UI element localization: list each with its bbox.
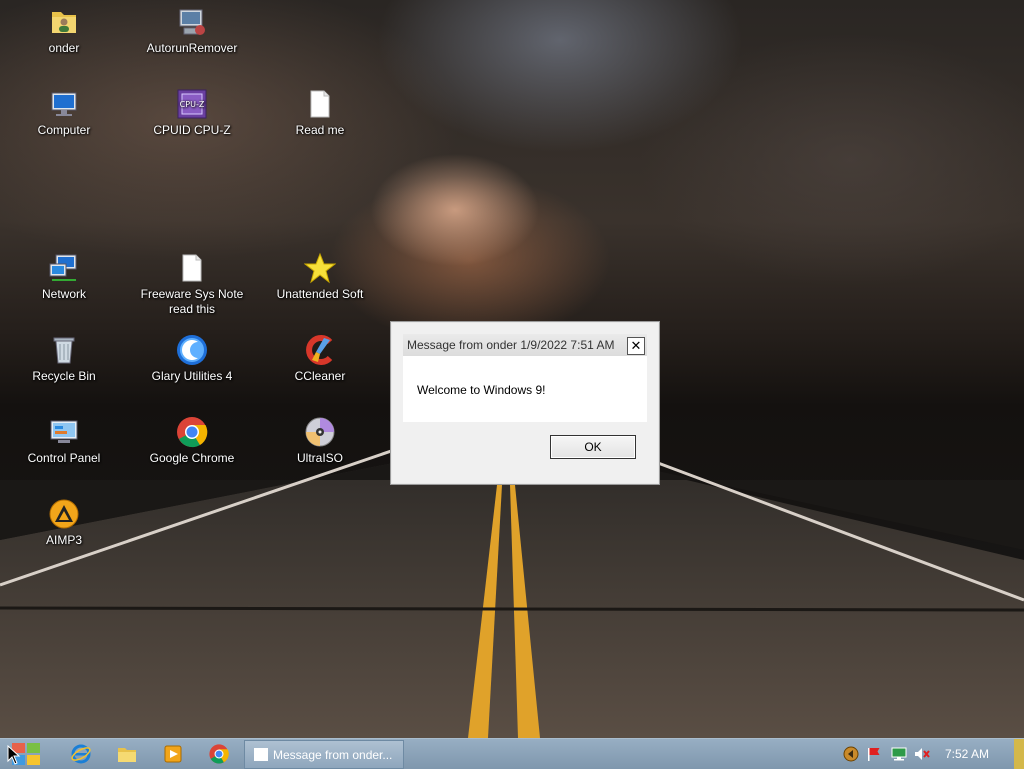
mouse-cursor-icon <box>7 745 21 765</box>
dialog-body: Welcome to Windows 9! <box>403 356 647 422</box>
glary-utilities-icon <box>177 335 207 365</box>
user-folder-icon <box>52 12 76 33</box>
computer-tool-icon <box>179 9 205 35</box>
chrome-icon[interactable] <box>208 743 230 765</box>
taskbar-item-label: Message from onder... <box>273 748 393 762</box>
desktop-icon-ultraiso[interactable]: UltraISO <box>256 416 384 466</box>
dialog-message: Welcome to Windows 9! <box>417 383 546 397</box>
desktop-icon-freeware-sys-note[interactable]: Freeware Sys Note read this <box>128 252 256 317</box>
desktop-icon-recycle-bin[interactable]: Recycle Bin <box>0 334 128 384</box>
desktop-icon-glary-utilities[interactable]: Glary Utilities 4 <box>128 334 256 384</box>
desktop-icon-google-chrome[interactable]: Google Chrome <box>128 416 256 466</box>
desktop-icon-unattended-soft[interactable]: Unattended Soft <box>256 252 384 302</box>
desktop-icon-computer[interactable]: Computer <box>0 88 128 138</box>
close-button[interactable]: ✕ <box>627 337 645 355</box>
desktop-icon-network[interactable]: Network <box>0 252 128 302</box>
cpuz-icon: CPU-Z <box>177 89 207 119</box>
internet-explorer-icon[interactable] <box>70 743 92 765</box>
aimp-tray-icon[interactable] <box>843 746 859 762</box>
chrome-icon <box>177 417 208 448</box>
clock[interactable]: 7:52 AM <box>945 747 989 761</box>
ccleaner-icon <box>306 335 333 365</box>
dialog-title-bar[interactable]: Message from onder 1/9/2022 7:51 AM ✕ <box>403 334 647 356</box>
window-icon <box>254 748 268 761</box>
computer-icon <box>51 92 77 116</box>
close-icon: ✕ <box>630 338 642 353</box>
star-icon <box>304 252 336 284</box>
taskbar: Message from onder... 7:52 AM <box>0 738 1024 769</box>
desktop-icon-aimp3[interactable]: AIMP3 <box>0 498 128 548</box>
desktop-icon-onder[interactable]: onder <box>0 6 128 56</box>
network-icon <box>49 254 77 281</box>
dialog-title: Message from onder 1/9/2022 7:51 AM <box>407 338 615 352</box>
disc-icon <box>305 417 335 447</box>
desktop-icon-ccleaner[interactable]: CCleaner <box>256 334 384 384</box>
desktop-icon-control-panel[interactable]: Control Panel <box>0 416 128 466</box>
file-explorer-icon[interactable] <box>116 743 138 765</box>
network-tray-icon[interactable] <box>891 746 907 762</box>
message-dialog: Message from onder 1/9/2022 7:51 AM ✕ We… <box>390 321 660 485</box>
desktop[interactable]: onder AutorunRemover Computer CPU-Z CPUI… <box>0 0 1024 738</box>
desktop-icon-autorunremover[interactable]: AutorunRemover <box>128 6 256 56</box>
control-panel-icon <box>50 420 78 443</box>
document-icon <box>182 254 202 282</box>
aimp-icon <box>49 499 79 529</box>
desktop-icon-read-me[interactable]: Read me <box>256 88 384 138</box>
taskbar-item-message[interactable]: Message from onder... <box>244 740 404 769</box>
show-desktop-button[interactable] <box>1014 739 1024 769</box>
recycle-bin-icon <box>53 337 75 364</box>
document-icon <box>310 90 330 118</box>
svg-text:CPU-Z: CPU-Z <box>180 100 205 109</box>
ok-button[interactable]: OK <box>550 435 636 459</box>
media-player-icon[interactable] <box>162 743 184 765</box>
desktop-icon-cpuz[interactable]: CPU-Z CPUID CPU-Z <box>128 88 256 138</box>
action-center-flag-icon[interactable] <box>866 746 882 762</box>
volume-muted-icon[interactable] <box>914 746 930 762</box>
